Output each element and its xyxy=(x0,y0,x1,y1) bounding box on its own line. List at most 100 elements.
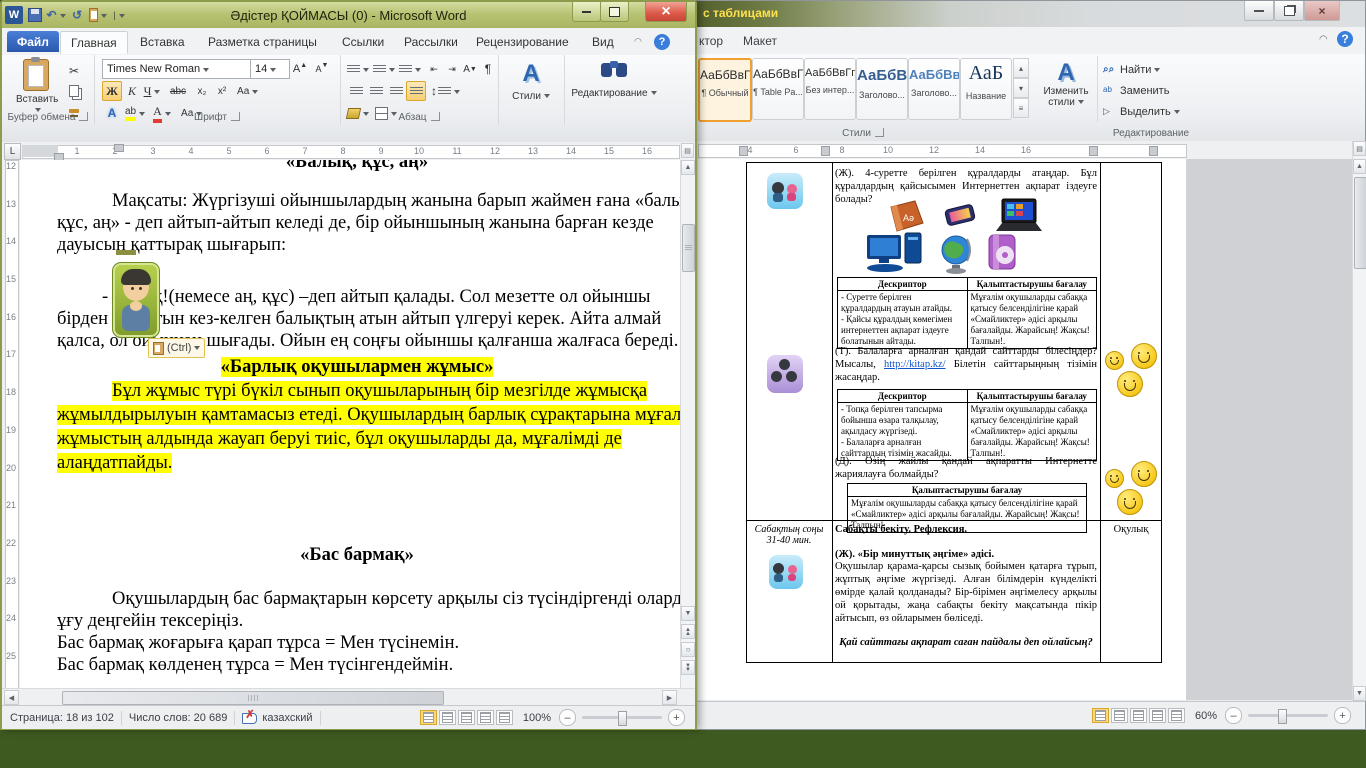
select-browse-object-icon[interactable]: ○ xyxy=(681,642,695,657)
draft-view-icon[interactable] xyxy=(496,710,513,725)
copy-icon[interactable] xyxy=(64,81,84,101)
horizontal-scrollbar[interactable]: ◀ ▶ xyxy=(2,688,695,706)
vertical-scrollbar[interactable]: ▤ ▲ ▼ xyxy=(1352,141,1366,701)
dialog-launcher-icon[interactable] xyxy=(79,112,88,121)
previous-page-icon[interactable]: ▲▲ xyxy=(681,624,695,639)
style-no-spacing[interactable]: АаБбВвГг,Без интер... xyxy=(804,58,856,120)
numbering-icon[interactable] xyxy=(372,59,396,79)
scrollbar-thumb[interactable] xyxy=(682,224,695,272)
print-layout-view-icon[interactable] xyxy=(420,710,437,725)
vertical-scrollbar[interactable]: ▲ ▼ ▲▲ ○ ▼▼ xyxy=(680,160,695,688)
bold-button[interactable]: Ж xyxy=(102,81,122,101)
title-bar[interactable]: W ↶ ↺ | Әдістер ҚОЙМАСЫ (0) - Microsoft … xyxy=(2,2,695,28)
tab-file[interactable]: Файл xyxy=(7,31,59,52)
maximize-button[interactable] xyxy=(600,2,629,22)
table-column-marker[interactable] xyxy=(1149,146,1158,156)
page-indicator[interactable]: Страница: 18 из 102 xyxy=(10,712,114,724)
table-column-marker[interactable] xyxy=(739,146,748,156)
align-right-icon[interactable] xyxy=(386,81,406,101)
fullscreen-view-icon[interactable] xyxy=(439,710,456,725)
zoom-slider[interactable] xyxy=(1248,714,1328,717)
change-case-button[interactable]: Аа xyxy=(236,81,259,101)
horizontal-ruler[interactable]: 46810121416 xyxy=(691,141,1365,159)
close-button[interactable]: × xyxy=(1304,1,1340,21)
vertical-ruler[interactable]: 1213141516171819202122232425 xyxy=(2,160,20,688)
quick-paste-icon[interactable] xyxy=(89,6,107,24)
font-name-select[interactable]: Times New Roman xyxy=(102,59,252,79)
italic-button[interactable]: К xyxy=(122,81,142,101)
zoom-slider[interactable] xyxy=(582,716,662,719)
shrink-font-icon[interactable]: А▼ xyxy=(312,59,332,79)
scrollbar-thumb[interactable] xyxy=(62,691,444,705)
table-column-marker[interactable] xyxy=(1089,146,1098,156)
grow-font-icon[interactable]: А▲ xyxy=(290,59,310,79)
tab-mailings[interactable]: Рассылки xyxy=(394,31,468,52)
tab-references[interactable]: Ссылки xyxy=(332,31,394,52)
editing-button[interactable]: Редактирование xyxy=(564,61,664,99)
gallery-up-icon[interactable]: ▴ xyxy=(1013,58,1029,78)
web-view-icon[interactable] xyxy=(1130,708,1147,723)
select-button[interactable]: ▷Выделить xyxy=(1103,102,1198,121)
close-button[interactable]: × xyxy=(645,2,687,22)
scrollbar-thumb[interactable] xyxy=(1354,177,1366,269)
language-indicator[interactable]: казахский xyxy=(262,712,312,724)
dialog-launcher-icon[interactable] xyxy=(231,112,240,121)
superscript-button[interactable]: x² xyxy=(212,81,232,101)
zoom-slider-thumb[interactable] xyxy=(1278,709,1287,724)
subscript-button[interactable]: x₂ xyxy=(192,81,212,101)
style-table-paragraph[interactable]: АаБбВвГ¶ Table Pa... xyxy=(752,58,804,120)
zoom-out-icon[interactable]: – xyxy=(1225,707,1242,724)
tab-maket[interactable]: Макет xyxy=(735,31,785,51)
print-layout-view-icon[interactable] xyxy=(1092,708,1109,723)
kitap-link[interactable]: http://kitap.kz/ xyxy=(884,359,946,370)
tab-insert[interactable]: Вставка xyxy=(130,31,195,52)
redo-icon[interactable]: ↺ xyxy=(68,6,86,24)
style-normal[interactable]: АаБбВвГ¶ Обычный xyxy=(698,58,752,122)
restore-button[interactable] xyxy=(1274,1,1304,21)
word-window-front[interactable]: W ↶ ↺ | Әдістер ҚОЙМАСЫ (0) - Microsoft … xyxy=(0,0,697,730)
zoom-level[interactable]: 100% xyxy=(523,712,551,724)
styles-button[interactable]: A Стили xyxy=(498,61,564,102)
outline-view-icon[interactable] xyxy=(1149,708,1166,723)
tab-konstruktor[interactable]: ктор xyxy=(691,31,731,51)
ruler-toggle-icon[interactable]: ▤ xyxy=(1353,141,1366,156)
save-icon[interactable] xyxy=(26,6,44,24)
justify-icon[interactable] xyxy=(406,81,426,101)
outline-view-icon[interactable] xyxy=(477,710,494,725)
style-title[interactable]: АаБНазвание xyxy=(960,58,1012,120)
collapse-ribbon-icon[interactable]: ◠ xyxy=(634,36,642,47)
change-styles-button[interactable]: A Изменитьстили xyxy=(1037,60,1095,108)
tab-home[interactable]: Главная xyxy=(60,31,128,54)
font-size-select[interactable]: 14 xyxy=(250,59,290,79)
scroll-up-icon[interactable]: ▲ xyxy=(1353,159,1366,174)
decrease-indent-icon[interactable]: ⇤ xyxy=(424,59,444,79)
minimize-button[interactable] xyxy=(1244,1,1274,21)
title-bar[interactable]: с таблицами × xyxy=(691,1,1365,27)
paste-button[interactable]: Вставить xyxy=(16,59,56,116)
scroll-left-icon[interactable]: ◀ xyxy=(4,690,19,705)
word-count[interactable]: Число слов: 20 689 xyxy=(129,712,227,724)
gallery-more-icon[interactable]: ≡ xyxy=(1013,98,1029,118)
scroll-up-icon[interactable]: ▲ xyxy=(681,160,695,175)
minimize-button[interactable] xyxy=(572,2,601,22)
replace-button[interactable]: abЗаменить xyxy=(1103,81,1198,100)
paste-options-button[interactable]: (Ctrl) xyxy=(148,338,205,358)
tab-view[interactable]: Вид xyxy=(582,31,624,52)
undo-icon[interactable]: ↶ xyxy=(47,6,65,24)
cut-icon[interactable]: ✂ xyxy=(64,61,84,81)
zoom-level[interactable]: 60% xyxy=(1195,710,1217,722)
underline-button[interactable]: Ч xyxy=(142,81,162,101)
tab-page-layout[interactable]: Разметка страницы xyxy=(198,31,327,52)
scroll-right-icon[interactable]: ▶ xyxy=(662,690,677,705)
spellcheck-icon[interactable]: ✗ xyxy=(242,711,257,724)
zoom-in-icon[interactable]: + xyxy=(668,709,685,726)
zoom-slider-thumb[interactable] xyxy=(618,711,627,726)
ruler-toggle-icon[interactable]: ▤ xyxy=(681,143,694,158)
next-page-icon[interactable]: ▼▼ xyxy=(681,660,695,675)
fullscreen-view-icon[interactable] xyxy=(1111,708,1128,723)
strikethrough-button[interactable]: abc xyxy=(168,81,188,101)
help-icon[interactable]: ? xyxy=(654,34,670,50)
table-column-marker[interactable] xyxy=(821,146,830,156)
help-icon[interactable]: ? xyxy=(1337,31,1353,47)
increase-indent-icon[interactable]: ⇥ xyxy=(442,59,462,79)
